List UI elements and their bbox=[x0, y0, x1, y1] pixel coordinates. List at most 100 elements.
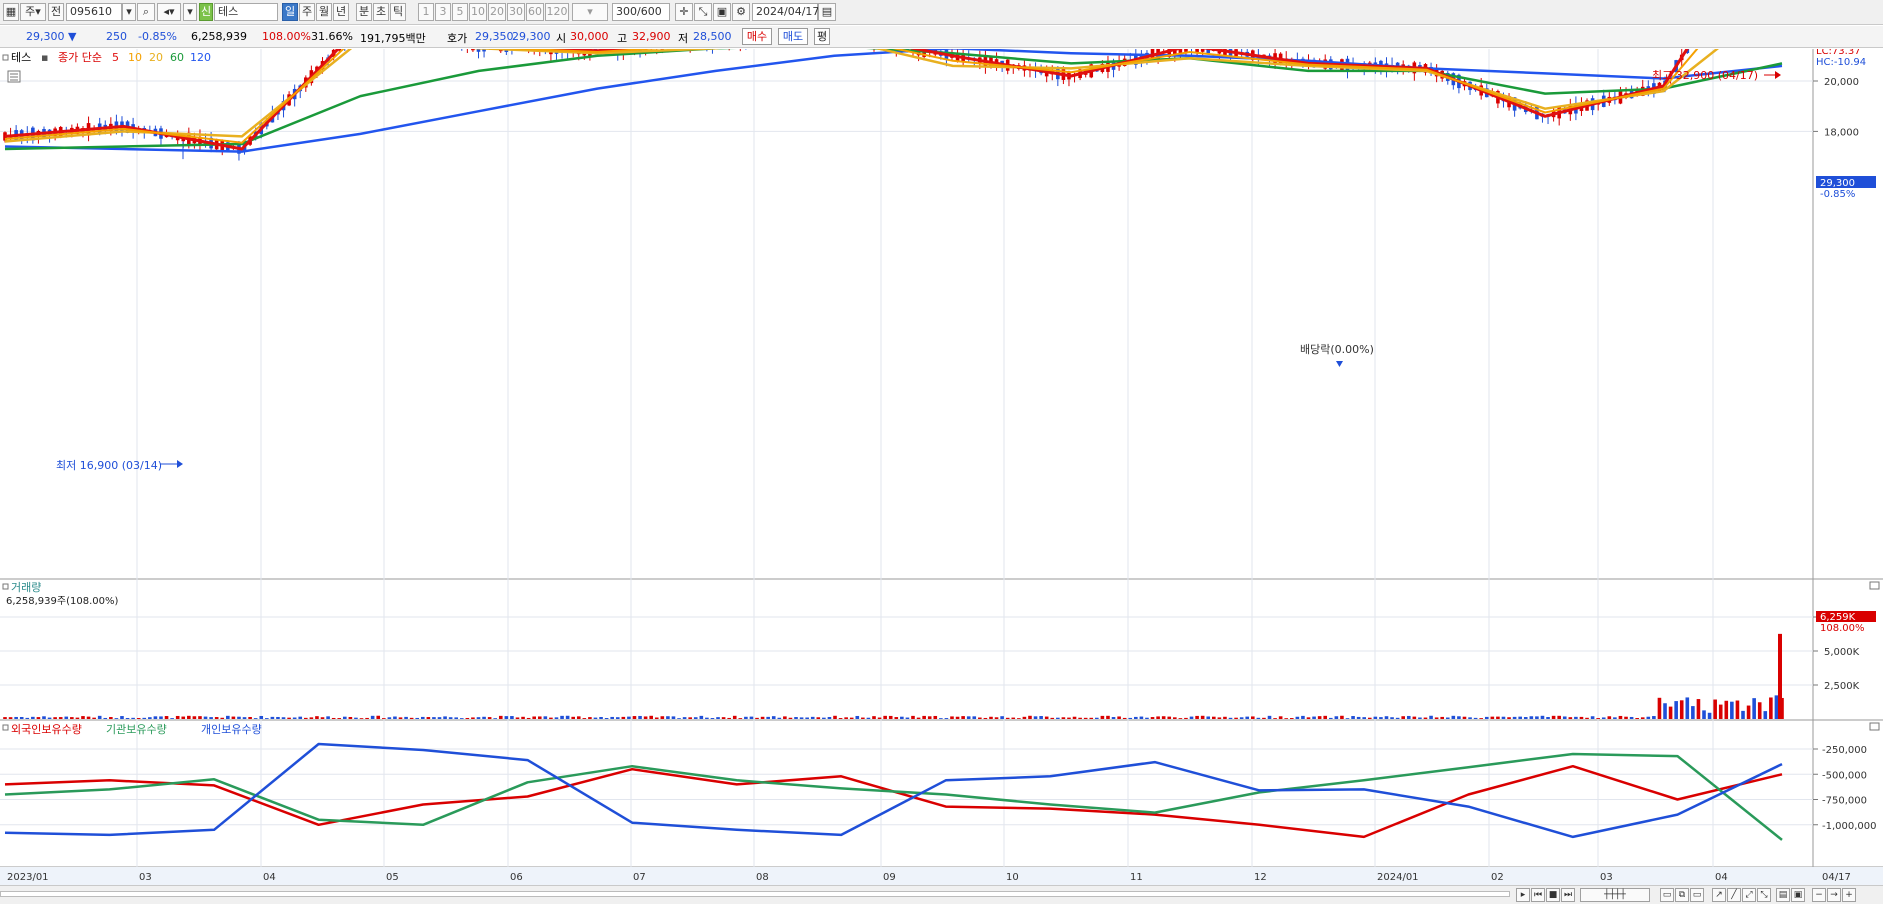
volume-bar bbox=[376, 715, 381, 719]
volume-bar bbox=[705, 717, 709, 719]
low-annotation: 최저 16,900 (03/14) bbox=[56, 459, 162, 472]
minute-30-button[interactable]: 30 bbox=[507, 3, 525, 21]
volume-bar bbox=[693, 717, 698, 719]
sell-button[interactable]: 매도 bbox=[778, 28, 808, 45]
stock-chart[interactable]: 테스 ▪ 종가 단순 5 10 20 60 120 LC:73.37 HC:-1… bbox=[0, 49, 1883, 885]
hc-value: HC:-10.94 bbox=[1816, 57, 1866, 68]
volume-bar bbox=[1406, 715, 1411, 719]
volume-bar bbox=[621, 716, 626, 719]
tab-period-minute[interactable]: 분 bbox=[356, 3, 372, 21]
volume-bar bbox=[783, 716, 787, 719]
volume-bar bbox=[8, 717, 13, 719]
code-dropdown-icon[interactable]: ▾ bbox=[122, 3, 136, 21]
volume-bar bbox=[315, 716, 319, 719]
scroll-last-icon[interactable]: ⏭ bbox=[1561, 888, 1575, 902]
zoom-slider[interactable]: ┼┼┼┼ bbox=[1580, 888, 1650, 902]
layout-icon[interactable]: ▭ bbox=[1660, 888, 1674, 902]
volume-bar bbox=[326, 716, 330, 719]
save-icon[interactable]: ▣ bbox=[713, 3, 731, 21]
tab-period-month[interactable]: 월 bbox=[316, 3, 332, 21]
volume-bar-last bbox=[1778, 633, 1782, 719]
arrow-tool-icon[interactable]: ↗ bbox=[1712, 888, 1726, 902]
x-tick-label: 11 bbox=[1130, 872, 1143, 883]
volume-bar bbox=[810, 716, 815, 719]
volume-bar bbox=[1206, 716, 1211, 719]
scroll-right-icon[interactable]: ▸ bbox=[1516, 888, 1530, 902]
volume-bar bbox=[237, 716, 241, 719]
trend-tool-icon[interactable]: ⤢ bbox=[1742, 888, 1756, 902]
zoom-out-icon[interactable]: − bbox=[1812, 888, 1826, 902]
chart-type-icon[interactable]: ⤡ bbox=[694, 3, 712, 21]
tab-period-year[interactable]: 년 bbox=[333, 3, 349, 21]
prev-icon[interactable]: ▾ bbox=[183, 3, 197, 21]
volume-bar bbox=[1317, 716, 1322, 719]
search-icon[interactable]: ⌕ bbox=[137, 3, 155, 21]
volume-bar bbox=[1028, 715, 1032, 719]
page-icon[interactable]: ▭ bbox=[1690, 888, 1704, 902]
capture-icon[interactable]: ▣ bbox=[1791, 888, 1805, 902]
volume-bar bbox=[1507, 717, 1511, 719]
volume-bar bbox=[203, 716, 208, 719]
minute-60-button[interactable]: 60 bbox=[526, 3, 544, 21]
volume-bar bbox=[1345, 718, 1350, 719]
volume-bar bbox=[1178, 718, 1183, 719]
gear-icon[interactable]: ⚙ bbox=[732, 3, 750, 21]
volume-bar bbox=[1005, 717, 1010, 719]
volume-bar bbox=[1067, 717, 1071, 719]
minute-1-button[interactable]: 1 bbox=[418, 3, 434, 21]
crosshair-icon[interactable]: ✛ bbox=[675, 3, 693, 21]
volume-bar bbox=[599, 716, 603, 719]
count-input[interactable]: 300/600 bbox=[612, 3, 670, 21]
x-tick-label: 07 bbox=[633, 872, 646, 883]
line-tool-icon[interactable]: ╱ bbox=[1727, 888, 1741, 902]
sound-icon[interactable]: ◂▾ bbox=[157, 3, 181, 21]
tab-period-second[interactable]: 초 bbox=[373, 3, 389, 21]
copy-icon[interactable]: ⧉ bbox=[1675, 888, 1689, 902]
minute-10-button[interactable]: 10 bbox=[469, 3, 487, 21]
volume-bar bbox=[1596, 718, 1600, 719]
legend-foreign-holding: 외국인보유수량 bbox=[11, 723, 82, 736]
tab-period-tick[interactable]: 틱 bbox=[390, 3, 406, 21]
stop-icon[interactable]: ■ bbox=[1546, 888, 1560, 902]
expand-icon[interactable]: → bbox=[1827, 888, 1841, 902]
minute-20-button[interactable]: 20 bbox=[488, 3, 506, 21]
date-input[interactable]: 2024/04/17 bbox=[752, 3, 819, 21]
legend-ma20: 20 bbox=[149, 51, 163, 64]
x-tick-label: 10 bbox=[1006, 872, 1019, 883]
zoom-in-icon[interactable]: + bbox=[1842, 888, 1856, 902]
volume-bar bbox=[1496, 716, 1500, 719]
volume-bar bbox=[1540, 715, 1545, 719]
volume-bar bbox=[248, 716, 252, 719]
volume-bar bbox=[1212, 716, 1216, 719]
volume-bar bbox=[955, 716, 960, 719]
horizontal-scrollbar[interactable] bbox=[0, 891, 1510, 897]
minute-120-button[interactable]: 120 bbox=[545, 3, 569, 21]
calendar-icon[interactable]: ▤ bbox=[818, 3, 836, 21]
volume-bar bbox=[1095, 717, 1099, 719]
expand-tool-icon[interactable]: ⤡ bbox=[1757, 888, 1771, 902]
minute-5-button[interactable]: 5 bbox=[452, 3, 468, 21]
eval-button[interactable]: 평 bbox=[814, 28, 830, 45]
volume-bar bbox=[398, 717, 403, 719]
stock-name-field[interactable]: 테스 bbox=[214, 3, 278, 21]
window-icon[interactable]: ▦ bbox=[3, 3, 19, 21]
tab-period-week[interactable]: 주 bbox=[299, 3, 315, 21]
stock-code-input[interactable]: 095610 bbox=[66, 3, 122, 21]
print-icon[interactable]: ▤ bbox=[1776, 888, 1790, 902]
volume-bar bbox=[148, 717, 152, 719]
high-annotation: 최고 32,900 (04/17) bbox=[1652, 69, 1758, 82]
volume-bar bbox=[732, 715, 737, 719]
segment-button[interactable]: 전 bbox=[48, 3, 64, 21]
volume-bar bbox=[1618, 715, 1623, 719]
tab-period-day[interactable]: 일 bbox=[282, 3, 298, 21]
buy-button[interactable]: 매수 bbox=[742, 28, 772, 45]
volume-bar bbox=[420, 716, 425, 719]
scroll-first-icon[interactable]: ⏮ bbox=[1531, 888, 1545, 902]
custom-minute-input[interactable]: ▾ bbox=[572, 3, 608, 21]
market-select[interactable]: 주▾ bbox=[20, 3, 46, 21]
volume-bar bbox=[1657, 697, 1662, 719]
minute-3-button[interactable]: 3 bbox=[435, 3, 451, 21]
volume-bar bbox=[359, 718, 364, 719]
volume-bar bbox=[226, 715, 230, 719]
volume-bar bbox=[136, 718, 141, 719]
